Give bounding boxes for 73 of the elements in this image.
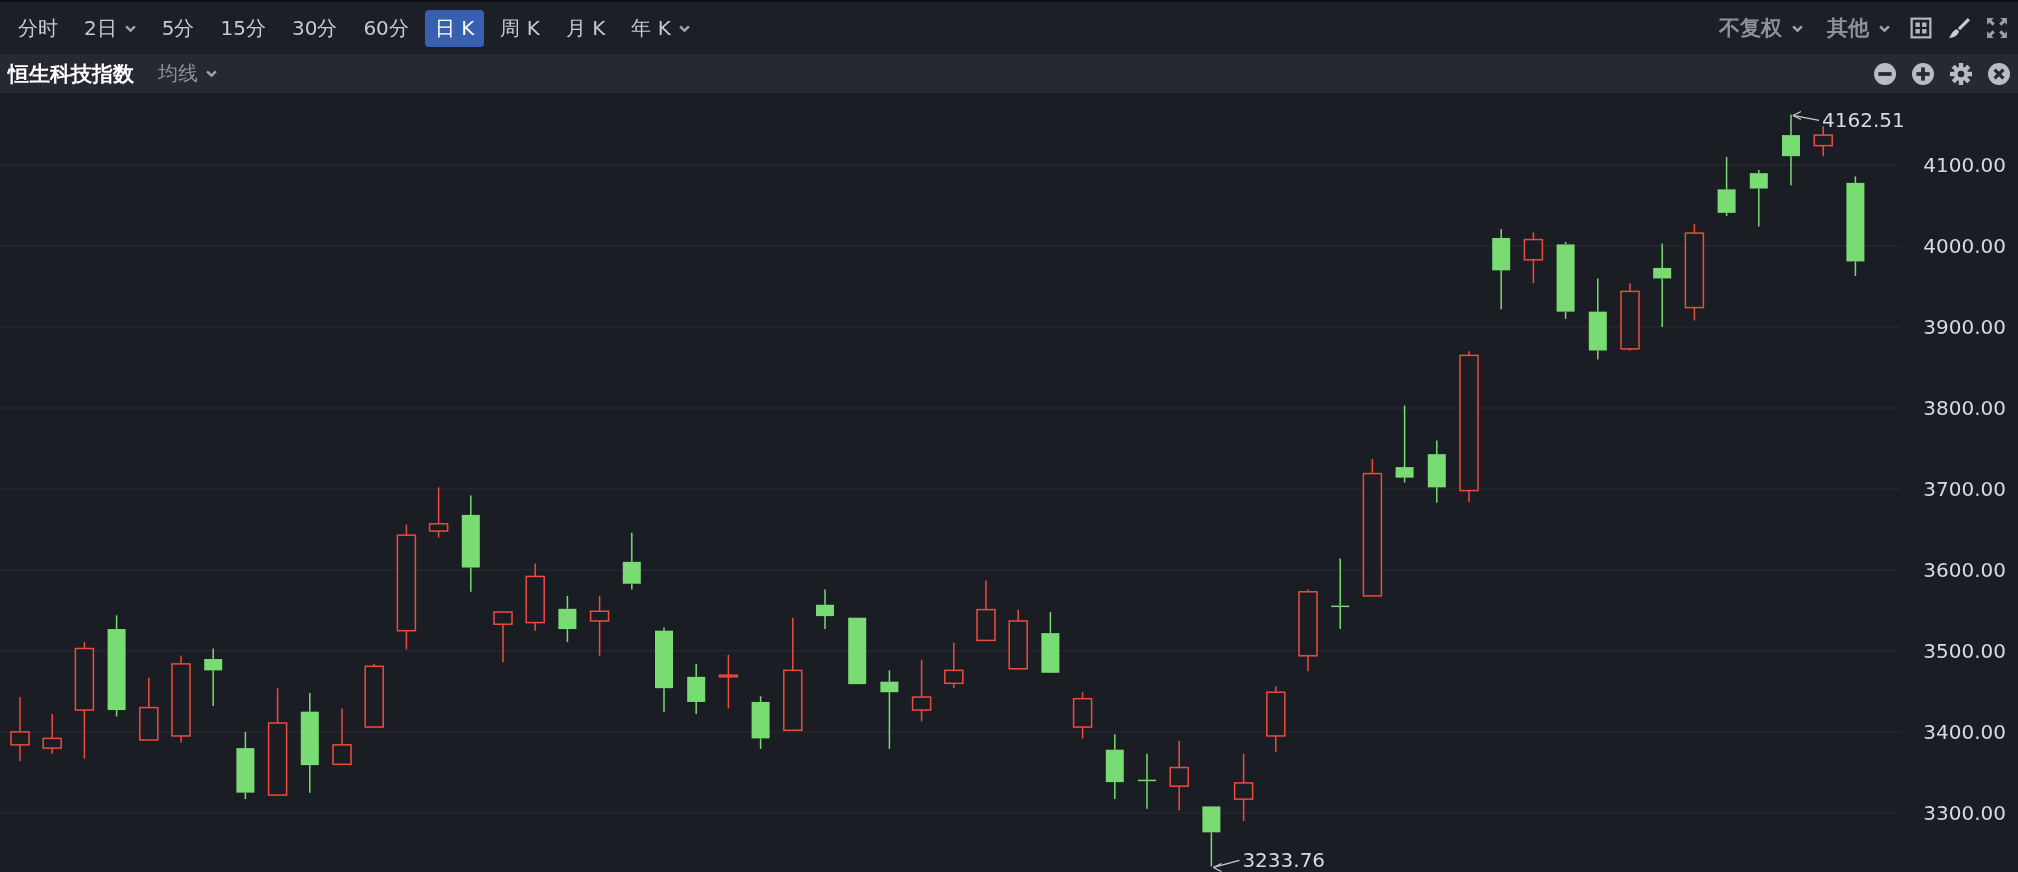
- falling-candlestick: [751, 695, 770, 750]
- dropdown-menu[interactable]: 其他: [1823, 10, 1894, 46]
- rising-candlestick: [493, 611, 513, 663]
- falling-candlestick: [848, 617, 867, 685]
- rising-candlestick: [1233, 753, 1254, 822]
- period-tab[interactable]: 60分: [353, 9, 419, 47]
- price-annotation: 3233.76: [1242, 848, 1326, 872]
- rising-candlestick: [332, 707, 352, 766]
- falling-candlestick: [1138, 753, 1156, 810]
- rising-candlestick: [1523, 231, 1544, 285]
- falling-candlestick: [236, 731, 255, 800]
- period-tab[interactable]: 15分: [210, 9, 276, 47]
- chevron-down-icon: [1792, 24, 1803, 32]
- falling-candlestick: [1041, 611, 1060, 674]
- falling-candlestick: [558, 595, 577, 643]
- chevron-down-icon: [206, 70, 217, 77]
- axis-label: 3600.00: [1923, 557, 2006, 582]
- rising-candlestick: [1008, 608, 1028, 670]
- falling-candlestick: [816, 588, 834, 630]
- rising-candlestick: [1813, 125, 1833, 157]
- rising-candlestick: [1169, 740, 1189, 812]
- rising-candlestick: [42, 713, 62, 755]
- period-tab[interactable]: 周 K: [490, 9, 550, 47]
- falling-candlestick: [687, 663, 706, 715]
- period-tab[interactable]: 2日: [74, 9, 146, 47]
- rising-candlestick: [364, 663, 384, 728]
- axis-label: 4100.00: [1923, 153, 2006, 178]
- indicator-dropdown[interactable]: 均线: [156, 58, 219, 89]
- chevron-down-icon: [1879, 24, 1890, 32]
- grid-layout-icon[interactable]: [1910, 17, 1932, 39]
- rising-candlestick: [589, 595, 610, 657]
- period-tab[interactable]: 月 K: [555, 9, 616, 47]
- period-tab[interactable]: 日 K: [424, 9, 485, 47]
- price-annotation: 4162.51: [1822, 108, 1905, 133]
- rising-candlestick: [1620, 282, 1640, 352]
- axis-label: 3500.00: [1923, 638, 2006, 663]
- axis-label: 3700.00: [1923, 477, 2006, 501]
- period-tab[interactable]: 5分: [151, 9, 205, 47]
- period-tab[interactable]: 分时: [8, 9, 68, 47]
- period-tab[interactable]: 年 K: [621, 9, 700, 47]
- dropdown-menu[interactable]: 不复权: [1715, 10, 1807, 46]
- rising-candlestick: [911, 659, 932, 723]
- rising-candlestick: [976, 579, 996, 642]
- rising-candlestick: [718, 654, 739, 710]
- brush-icon[interactable]: [1948, 17, 1970, 39]
- rising-candlestick: [428, 486, 449, 539]
- index-title: 恒生科技指数: [8, 60, 134, 88]
- fullscreen-icon[interactable]: [1986, 17, 2008, 39]
- settings-icon[interactable]: [1950, 62, 1972, 85]
- axis-label: 3900.00: [1923, 315, 2006, 339]
- axis-label: 3800.00: [1923, 396, 2006, 420]
- rising-candlestick: [10, 696, 30, 762]
- close-icon[interactable]: [1988, 62, 2010, 85]
- falling-candlestick: [1717, 156, 1736, 217]
- falling-candlestick: [1749, 169, 1768, 228]
- axis-label: 4000.00: [1923, 234, 2006, 259]
- zoom-out-icon[interactable]: [1874, 62, 1896, 85]
- rising-candlestick: [525, 562, 545, 632]
- rising-candlestick: [1072, 691, 1093, 740]
- falling-candlestick: [204, 647, 223, 707]
- rising-candlestick: [1266, 685, 1286, 753]
- axis-label: 3400.00: [1923, 719, 2006, 744]
- rising-candlestick: [139, 676, 159, 741]
- rising-candlestick: [944, 642, 964, 689]
- falling-candlestick: [1105, 733, 1124, 800]
- zoom-in-icon[interactable]: [1912, 62, 1934, 85]
- arrow-icon: [1792, 110, 1820, 122]
- falling-candlestick: [1202, 805, 1221, 868]
- axis-label: 3300.00: [1923, 800, 2006, 825]
- period-tab[interactable]: 30分: [281, 9, 348, 47]
- arrow-icon: [1212, 859, 1241, 872]
- falling-candlestick: [1427, 439, 1446, 504]
- falling-candlestick: [622, 531, 641, 591]
